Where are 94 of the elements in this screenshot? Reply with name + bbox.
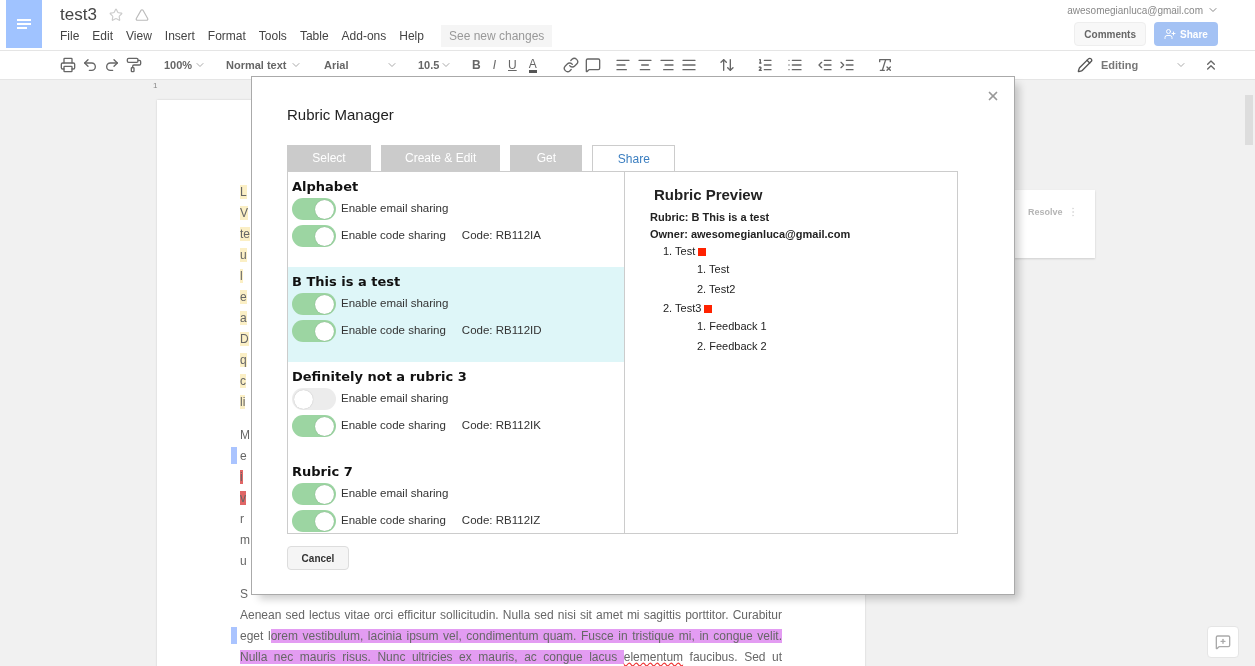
- menu-item[interactable]: Table: [299, 27, 329, 45]
- paragraph-line: r: [240, 510, 244, 528]
- font-dropdown[interactable]: Arial: [316, 56, 406, 74]
- comment-marker-icon[interactable]: [231, 447, 237, 464]
- text-color-button[interactable]: A: [528, 57, 537, 73]
- align-left-icon[interactable]: [614, 57, 631, 73]
- drive-icon[interactable]: [134, 8, 149, 22]
- underline-button[interactable]: U: [508, 56, 517, 74]
- rubric-item[interactable]: B This is a test Enable email sharing Enable code sharing Code: RB112ID: [288, 267, 624, 362]
- cancel-button[interactable]: Cancel: [287, 546, 349, 570]
- star-icon[interactable]: [108, 8, 123, 22]
- toggle-label: Enable email sharing: [341, 486, 449, 502]
- align-justify-icon[interactable]: [680, 57, 697, 73]
- toggle-switch[interactable]: [292, 388, 336, 410]
- bulleted-list-icon[interactable]: [786, 57, 803, 73]
- toggle-switch[interactable]: [292, 198, 336, 220]
- paragraph-line: Aenean sed lectus vitae orci efficitur sollicitudin. Nulla sed nisi sit amet mi sagittis porttitor. Curabitur: [240, 606, 782, 624]
- link-icon[interactable]: [562, 57, 579, 73]
- share-code: Code: RB112ID: [461, 323, 542, 339]
- share-code: Code: RB112IK: [461, 418, 541, 434]
- numbered-list-icon[interactable]: [756, 57, 773, 73]
- toggle-label: Enable email sharing: [341, 201, 449, 217]
- rubric-name: Alphabet: [292, 178, 360, 195]
- feedback-item: 1. Test: [697, 262, 731, 278]
- line-spacing-icon[interactable]: [718, 57, 735, 73]
- mode-dropdown[interactable]: Editing: [1077, 56, 1187, 74]
- increase-indent-icon[interactable]: [838, 57, 855, 73]
- toggle-label: Enable code sharing: [341, 418, 446, 434]
- pencil-icon: [1077, 57, 1093, 73]
- toggle-label: Enable code sharing: [341, 323, 446, 339]
- bold-button[interactable]: B: [472, 56, 481, 74]
- style-dropdown[interactable]: Normal text: [218, 56, 310, 74]
- preview-rubric: Rubric: B This is a test: [650, 209, 771, 225]
- comment-icon[interactable]: [584, 57, 601, 73]
- add-comment-icon: [1215, 634, 1231, 650]
- criterion-label: 1. Test: [663, 244, 696, 260]
- comment-marker-icon[interactable]: [231, 627, 237, 644]
- paragraph-line: u: [240, 552, 247, 570]
- toggle-switch[interactable]: [292, 510, 336, 532]
- share-code: Code: RB112IZ: [461, 513, 541, 529]
- italic-button[interactable]: I: [492, 56, 496, 74]
- feedback-item: 2. Feedback 2: [697, 339, 768, 355]
- menu-item[interactable]: File: [60, 27, 80, 45]
- docs-logo-icon[interactable]: [6, 0, 42, 48]
- menu-item[interactable]: Help: [399, 27, 424, 45]
- rubric-name: Rubric 7: [292, 463, 354, 480]
- toggle-switch[interactable]: [292, 293, 336, 315]
- preview-owner: Owner: awesomegianluca@gmail.com: [650, 227, 851, 242]
- redo-icon[interactable]: [104, 57, 120, 73]
- toggle-label: Enable code sharing: [341, 513, 446, 529]
- clear-formatting-icon[interactable]: [876, 57, 893, 73]
- feedback-item: 1. Feedback 1: [697, 319, 768, 335]
- share-code: Code: RB112IA: [461, 228, 541, 244]
- menu-item[interactable]: View: [126, 27, 152, 45]
- rubric-name: B This is a test: [292, 273, 402, 290]
- account-email[interactable]: awesomegianluca@gmail.com: [1067, 2, 1203, 18]
- document-title[interactable]: test3: [60, 2, 97, 28]
- menu-item[interactable]: Tools: [258, 27, 287, 45]
- menu-item[interactable]: Edit: [92, 27, 114, 45]
- paragraph-line: m: [240, 531, 250, 549]
- paint-format-icon[interactable]: [126, 57, 142, 73]
- close-icon[interactable]: [986, 89, 1000, 103]
- toggle-label: Enable email sharing: [341, 391, 449, 407]
- zoom-dropdown[interactable]: 100%: [156, 56, 214, 74]
- criterion-label: 2. Test3: [663, 301, 702, 317]
- toggle-switch[interactable]: [292, 483, 336, 505]
- decrease-indent-icon[interactable]: [816, 57, 833, 73]
- rubric-name: Definitely not a rubric 3: [292, 368, 468, 385]
- toggle-switch[interactable]: [292, 320, 336, 342]
- size-dropdown[interactable]: 10.5: [410, 56, 460, 74]
- undo-icon[interactable]: [82, 57, 98, 73]
- toggle-switch[interactable]: [292, 225, 336, 247]
- preview-title: Rubric Preview: [654, 185, 764, 205]
- menu-item[interactable]: Format: [207, 27, 246, 45]
- dialog-title: Rubric Manager: [287, 105, 395, 124]
- tab[interactable]: Share: [592, 145, 676, 171]
- toggle-label: Enable code sharing: [341, 228, 446, 244]
- add-comment-button[interactable]: [1207, 626, 1239, 658]
- comments-button[interactable]: Comments: [1074, 22, 1146, 46]
- align-right-icon[interactable]: [658, 57, 675, 73]
- feedback-item: 2. Test2: [697, 282, 737, 298]
- menu-item[interactable]: Insert: [164, 27, 195, 45]
- toggle-label: Enable email sharing: [341, 296, 449, 312]
- paragraph-line: M: [240, 426, 250, 444]
- paragraph-line: S: [240, 585, 248, 603]
- menu-item[interactable]: Add-ons: [341, 27, 387, 45]
- ruler-mark: 1: [153, 80, 158, 92]
- person-icon: [1164, 28, 1177, 40]
- toggle-switch[interactable]: [292, 415, 336, 437]
- print-icon[interactable]: [60, 57, 76, 73]
- paragraph-line: Nulla nec mauris risus. Nunc ultricies ex mauris, ac congue lacus elementum faucibus. Sed ut: [240, 648, 782, 666]
- paragraph-line: eget lorem vestibulum, lacinia ipsum vel, condimentum quam. Fusce in tristique mi, in congue velit.: [240, 627, 782, 645]
- align-center-icon[interactable]: [636, 57, 653, 73]
- paragraph-line: e: [240, 447, 247, 465]
